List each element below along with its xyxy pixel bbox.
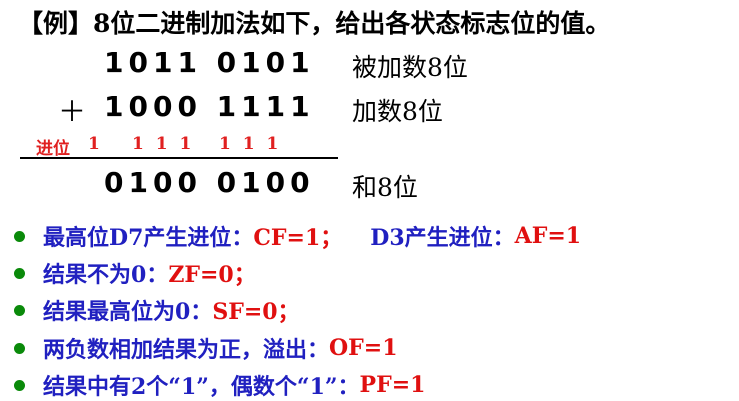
carry-d7: 1 xyxy=(88,134,100,154)
example-title: 【例】8位二进制加法如下，给出各状态标志位的值。 xyxy=(18,9,611,38)
addend2-label: 加数8位 xyxy=(352,97,443,126)
pf-value: PF=1 xyxy=(359,372,426,398)
bullet-cf-af: 最高位D7产生进位： CF=1； D3产生进位： AF=1 xyxy=(14,220,581,252)
cf-condition: 最高位D7产生进位： xyxy=(43,225,254,251)
bullet-zf: 结果不为0： ZF=0； xyxy=(14,257,256,289)
af-condition: D3产生进位： xyxy=(370,225,515,251)
zf-condition: 结果不为0： xyxy=(43,262,169,288)
bullet-of: 两负数相加结果为正，溢出： OF=1 xyxy=(14,332,398,364)
pf-condition: 结果中有2个“1”，偶数个“1”： xyxy=(43,374,360,400)
addend1-bits: 1011 0101 xyxy=(104,46,315,79)
addend1-label: 被加数8位 xyxy=(352,53,468,82)
bullet-dot-icon xyxy=(14,342,25,354)
result-bits: 0100 0100 xyxy=(104,166,315,199)
carry-d2-d0: 1 1 1 xyxy=(219,134,279,154)
sum-divider xyxy=(20,157,338,159)
bullet-pf: 结果中有2个“1”，偶数个“1”： PF=1 xyxy=(14,369,425,401)
carry-d5-d3: 1 1 1 xyxy=(132,134,192,154)
bullet-dot-icon xyxy=(14,267,25,279)
result-label: 和8位 xyxy=(352,173,418,202)
addend2-bits: 1000 1111 xyxy=(104,90,315,123)
carry-label: 进位 xyxy=(36,139,70,159)
sf-value: SF=0； xyxy=(212,299,300,325)
af-value: AF=1 xyxy=(514,223,582,249)
zf-value: ZF=0； xyxy=(168,262,256,288)
plus-sign: ＋ xyxy=(58,95,87,128)
bullet-dot-icon xyxy=(14,379,25,391)
bullet-dot-icon xyxy=(14,304,25,316)
cf-value: CF=1； xyxy=(253,225,343,251)
bullet-dot-icon xyxy=(14,230,25,242)
sf-condition: 结果最高位为0： xyxy=(43,299,213,325)
of-value: OF=1 xyxy=(329,335,398,361)
bullet-sf: 结果最高位为0： SF=0； xyxy=(14,294,300,326)
of-condition: 两负数相加结果为正，溢出： xyxy=(43,337,330,363)
